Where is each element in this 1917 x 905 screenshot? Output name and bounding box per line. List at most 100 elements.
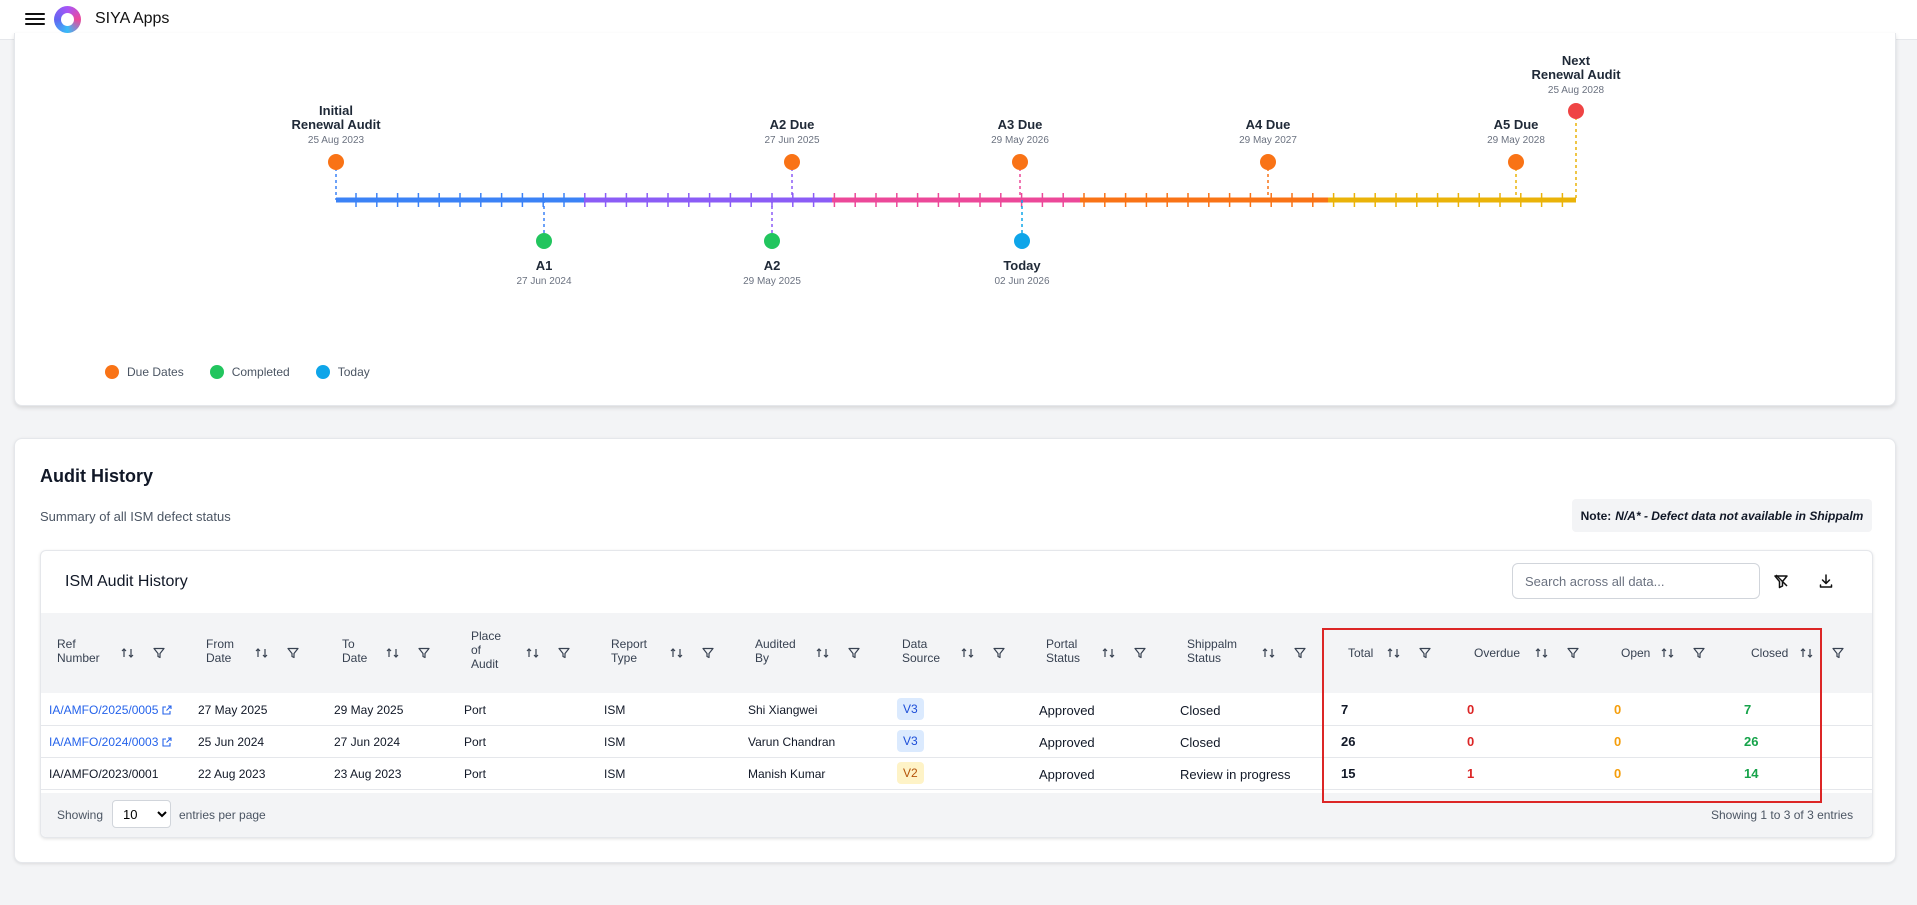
today-dot-icon — [315, 365, 330, 379]
column-header-line: Date — [206, 651, 232, 665]
search-input[interactable] — [1512, 563, 1760, 599]
milestone-date: 02 Jun 2026 — [994, 276, 1049, 287]
legend-label: Today — [337, 365, 370, 379]
download-icon — [1819, 574, 1833, 588]
filter-icon[interactable] — [287, 646, 299, 659]
filter-icon[interactable] — [153, 646, 165, 659]
report-type-cell: ISM — [604, 767, 626, 781]
column-header-from: From Date — [206, 637, 234, 665]
column-header-source: Data Source — [902, 637, 940, 665]
column-header-line: of — [471, 643, 482, 657]
milestone-date: 25 Aug 2028 — [1548, 85, 1605, 96]
pagination-summary: Showing 1 to 3 of 3 entries — [1711, 808, 1854, 822]
column-header-line: Status — [1046, 651, 1081, 665]
audit-timeline: Initial Renewal Audit 25 Aug 2023 A2 Due… — [291, 53, 1621, 287]
milestone-label: Today — [1003, 258, 1041, 273]
milestone-label: A4 Due — [1246, 117, 1291, 132]
milestone-a5-due: A5 Due 29 May 2028 — [1487, 117, 1545, 200]
column-header-line: Audit — [471, 657, 499, 671]
milestone-date: 29 May 2028 — [1487, 135, 1545, 146]
sort-icon[interactable] — [386, 646, 400, 658]
ref-number-link[interactable]: IA/AMFO/2024/0003 — [49, 735, 172, 749]
filter-icon[interactable] — [558, 646, 570, 659]
sort-icon[interactable] — [1262, 646, 1276, 658]
from-date-cell: 25 Jun 2024 — [198, 735, 265, 749]
filter-icon[interactable] — [702, 646, 714, 659]
ref-number-cell: IA/AMFO/2023/0001 — [49, 767, 159, 781]
column-header-ref: Ref Number — [57, 637, 100, 665]
note-text: N/A* - Defect data not available in Ship… — [1615, 508, 1864, 523]
column-header-report: Report Type — [611, 637, 647, 665]
data-source-badge: V3 — [897, 698, 924, 720]
data-source-badge: V3 — [897, 730, 924, 752]
sort-icon[interactable] — [670, 646, 684, 658]
filter-icon[interactable] — [1294, 646, 1306, 659]
timeline-legend: Due Dates Completed Today — [105, 365, 370, 379]
section-title: Audit History — [40, 466, 154, 486]
completed-dot-icon — [209, 365, 224, 379]
milestone-initial-renewal: Initial Renewal Audit 25 Aug 2023 — [291, 103, 381, 200]
milestone-date: 25 Aug 2023 — [308, 135, 365, 146]
filter-icon[interactable] — [1134, 646, 1146, 659]
milestone-date: 27 Jun 2024 — [516, 276, 571, 287]
clear-filter-icon — [1774, 574, 1788, 589]
milestone-date: 29 May 2027 — [1239, 135, 1297, 146]
shippalm-status-cell: Closed — [1180, 703, 1221, 718]
filter-icon[interactable] — [848, 646, 860, 659]
sort-icon[interactable] — [121, 646, 135, 658]
legend-completed: Completed — [209, 365, 290, 379]
column-header-line: By — [755, 651, 770, 665]
sort-icon[interactable] — [526, 646, 540, 658]
column-header-place: Place of Audit — [471, 629, 501, 671]
shippalm-status-cell: Closed — [1180, 735, 1221, 750]
column-header-line: Shippalm — [1187, 637, 1238, 651]
column-header-line: Audited — [755, 637, 796, 651]
sort-icon[interactable] — [816, 646, 830, 658]
to-date-cell: 23 Aug 2023 — [334, 767, 402, 781]
sort-icon[interactable] — [1102, 646, 1116, 658]
milestone-a3-due: A3 Due 29 May 2026 — [991, 117, 1049, 200]
milestone-label: A2 Due — [770, 117, 815, 132]
audited-by-cell: Varun Chandran — [748, 735, 836, 749]
column-header-line: Number — [57, 651, 100, 665]
milestone-label: A1 — [536, 258, 553, 273]
milestone-date: 29 May 2026 — [991, 135, 1049, 146]
entries-per-page-select[interactable]: 10 — [112, 800, 171, 828]
legend-due-dates: Due Dates — [105, 365, 184, 379]
milestone-date: 27 Jun 2025 — [764, 135, 819, 146]
download-button[interactable] — [1815, 570, 1837, 592]
place-cell: Port — [464, 767, 487, 781]
column-header-line: From — [206, 637, 234, 651]
sort-icon[interactable] — [255, 646, 269, 658]
portal-status-cell: Approved — [1039, 767, 1095, 782]
milestone-label: Renewal Audit — [291, 117, 381, 132]
column-header-line: Data — [902, 637, 928, 651]
sort-icon[interactable] — [961, 646, 975, 658]
column-header-line: To — [342, 637, 355, 651]
milestone-a2-completed: A2 29 May 2025 — [743, 200, 801, 287]
legend-label: Due Dates — [127, 365, 184, 379]
column-header-shippalm: Shippalm Status — [1187, 637, 1237, 665]
place-cell: Port — [464, 703, 487, 717]
column-header-to: To Date — [342, 637, 367, 665]
filter-icon[interactable] — [993, 646, 1005, 659]
milestone-date: 29 May 2025 — [743, 276, 801, 287]
filter-icon[interactable] — [418, 646, 430, 659]
column-header-line: Type — [611, 651, 638, 665]
milestone-a2-due: A2 Due 27 Jun 2025 — [764, 117, 820, 200]
clear-filter-button[interactable] — [1770, 570, 1792, 592]
milestone-a4-due: A4 Due 29 May 2027 — [1239, 117, 1297, 200]
showing-label: Showing — [57, 808, 104, 822]
milestone-next-renewal: Next Renewal Audit 25 Aug 2028 — [1531, 53, 1621, 200]
milestone-label: Initial — [319, 103, 353, 118]
portal-status-cell: Approved — [1039, 703, 1095, 718]
filter-icon[interactable] — [1832, 646, 1844, 659]
column-header-audited: Audited By — [755, 637, 796, 665]
audited-by-cell: Manish Kumar — [748, 767, 826, 781]
legend-today: Today — [315, 365, 370, 379]
milestone-label: Next — [1562, 53, 1591, 68]
column-header-portal: Portal Status — [1046, 637, 1080, 665]
milestone-label: A2 — [764, 258, 781, 273]
shippalm-status-cell: Review in progress — [1180, 767, 1291, 782]
ref-number-link[interactable]: IA/AMFO/2025/0005 — [49, 703, 172, 717]
